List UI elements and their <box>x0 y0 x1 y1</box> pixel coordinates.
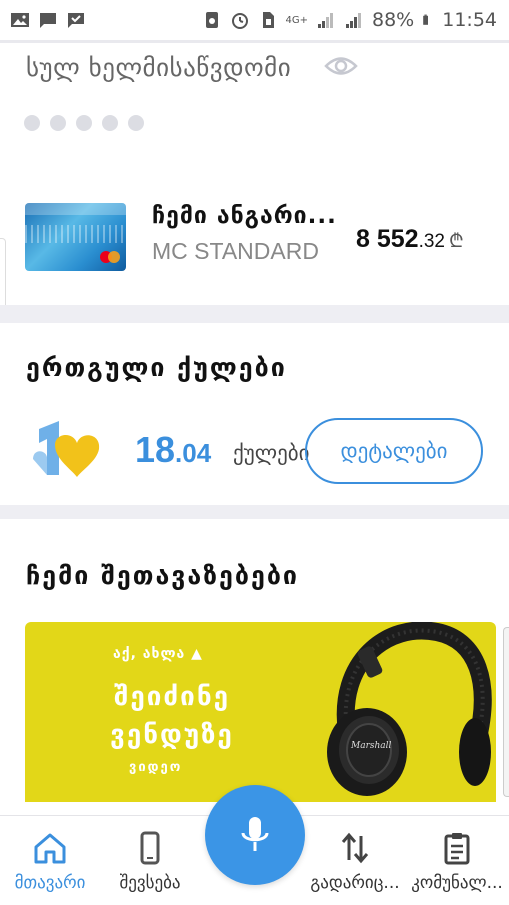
offers-title: ჩემი შეთავაზებები <box>26 561 300 590</box>
details-button[interactable]: დეტალები <box>305 418 483 484</box>
balance-integer: 8 552 <box>356 225 419 253</box>
voice-assistant-button[interactable] <box>205 785 305 885</box>
clock: 11:54 <box>442 9 497 31</box>
battery-percent: 88% <box>372 9 415 31</box>
offer-headline-line1: შეიძინე <box>113 682 231 712</box>
nav-item-utilities[interactable]: კომუნალ... <box>405 816 509 905</box>
offers-section: ჩემი შეთავაზებები აქ, ახლა ▲ შეიძინე ვენ… <box>0 519 509 819</box>
offer-subtext: ვიდეო <box>129 760 183 775</box>
transfer-icon <box>341 832 369 864</box>
points-integer: 18 <box>135 429 176 470</box>
nav-item-topup[interactable]: შევსება <box>100 816 200 905</box>
offer-banner[interactable]: აქ, ახლა ▲ შეიძინე ვენდუზე ვიდეო Marshal… <box>25 622 496 802</box>
masked-dot <box>128 115 144 131</box>
card-pattern <box>25 225 126 243</box>
points-decimal: .04 <box>175 438 212 468</box>
loyalty-heart-logo <box>33 421 100 477</box>
loyalty-points: 18.04 <box>135 429 211 471</box>
points-unit: ქულები <box>233 441 310 465</box>
section-divider <box>0 305 509 323</box>
nav-item-transfers[interactable]: გადარიც... <box>305 816 405 905</box>
masked-dot <box>102 115 118 131</box>
card-balance: 8 552.32 ₾ <box>356 225 464 254</box>
masked-dot <box>24 115 40 131</box>
status-left-icons <box>10 10 86 30</box>
side-drawer-handle[interactable] <box>0 238 6 310</box>
card-top-strip <box>25 203 126 215</box>
masked-dot <box>76 115 92 131</box>
available-balance-section: სულ ხელმისაწვდომი ჩემი ანგარი... MC STAN… <box>0 43 509 305</box>
hidden-balance-dots <box>24 115 144 131</box>
nav-item-home[interactable]: მთავარი <box>0 816 100 905</box>
status-bar: 4G+ 88% 11:54 <box>0 0 509 40</box>
signal-icon <box>346 13 361 28</box>
loyalty-title: ერთგული ქულები <box>26 353 287 382</box>
masked-dot <box>50 115 66 131</box>
card-account-name[interactable]: ჩემი ანგარი... <box>152 203 337 229</box>
nav-label-home: მთავარი <box>14 873 86 893</box>
gallery-icon <box>11 13 29 27</box>
card-type: MC STANDARD <box>152 238 319 264</box>
nav-label-topup: შევსება <box>119 873 181 893</box>
mastercard-logo-orange <box>108 251 120 263</box>
phone-icon <box>140 831 160 865</box>
offer-tag: აქ, ახლა ▲ <box>113 646 203 662</box>
triangle-icon: ▲ <box>191 646 203 662</box>
loyalty-section: ერთგული ქულები 18.04 ქულები დეტალები <box>0 323 509 505</box>
offer-tag-text: აქ, ახლა <box>113 646 186 662</box>
nav-label-utilities: კომუნალ... <box>411 873 503 893</box>
recycle-icon <box>205 12 218 28</box>
offer-headline: შეიძინე ვენდუზე <box>87 678 257 754</box>
network-type: 4G+ <box>285 14 309 26</box>
headphones-image: Marshall <box>327 622 492 796</box>
microphone-icon <box>241 817 269 851</box>
svg-text:Marshall: Marshall <box>350 741 392 751</box>
card-image[interactable] <box>25 203 126 271</box>
status-right-icons: 4G+ 88% 11:54 <box>202 9 497 31</box>
home-icon <box>34 833 66 864</box>
nav-label-transfers: გადარიც... <box>310 873 400 893</box>
clipboard-icon <box>444 833 470 865</box>
alarm-icon <box>231 13 248 29</box>
check-message-icon <box>68 13 84 28</box>
message-icon <box>40 13 56 28</box>
currency-symbol: ₾ <box>448 231 464 252</box>
side-drawer-handle-right[interactable] <box>503 627 509 797</box>
balance-decimal: .32 <box>418 231 445 252</box>
eye-icon[interactable] <box>324 53 358 79</box>
battery-icon <box>423 14 429 25</box>
offer-headline-line2: ვენდუზე <box>110 720 234 750</box>
sim-icon <box>262 12 274 28</box>
section-divider <box>0 505 509 519</box>
signal-icon <box>318 13 333 28</box>
available-title: სულ ხელმისაწვდომი <box>26 53 292 82</box>
